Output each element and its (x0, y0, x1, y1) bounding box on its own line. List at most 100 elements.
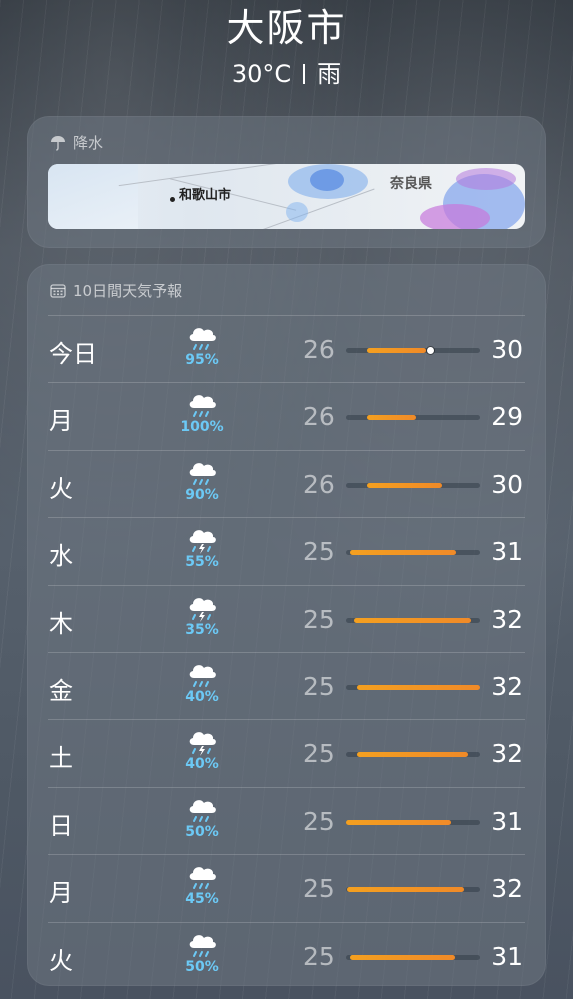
temp-range-bar (346, 887, 480, 893)
temp-range-fill (367, 415, 416, 421)
forecast-row[interactable]: 土 40% 25 32 (48, 719, 525, 787)
low-temp: 25 (303, 672, 335, 701)
cloud-bolt-rain-icon (175, 728, 229, 758)
map-label-region: 奈良県 (390, 176, 432, 192)
high-temp: 29 (491, 402, 523, 432)
high-temp: 31 (491, 806, 523, 836)
high-temp: 30 (491, 469, 523, 499)
high-temp: 32 (491, 604, 523, 634)
location-header: 大阪市 30°C 雨 (0, 0, 573, 89)
low-temp: 25 (303, 739, 335, 769)
cloud-rain-icon (175, 863, 229, 893)
low-temp: 25 (303, 806, 335, 836)
low-temp: 25 (303, 941, 335, 971)
current-condition: 雨 (317, 60, 342, 88)
rain-cell (420, 204, 490, 229)
precip-chance: 95% (185, 352, 219, 368)
forecast-title: 10日間天気予報 (73, 282, 183, 300)
current-conditions: 30°C 雨 (0, 54, 573, 89)
forecast-row[interactable]: 火 50% 25 31 (48, 921, 525, 990)
forecast-condition: 50% (175, 931, 229, 975)
cloud-rain-icon (175, 931, 229, 961)
temp-range-bar (346, 685, 480, 690)
forecast-condition: 50% (175, 796, 229, 840)
precipitation-card[interactable]: 降水 和歌山市 奈良県 (27, 116, 546, 248)
forecast-row[interactable]: 月 100% 26 29 (48, 382, 525, 450)
cloud-rain-icon (175, 324, 229, 354)
forecast-row[interactable]: 今日 95% 26 30 (48, 315, 525, 383)
temp-range-bar (346, 347, 480, 354)
forecast-condition: 40% (175, 728, 229, 772)
forecast-header: 10日間天気予報 (50, 280, 182, 301)
forecast-row[interactable]: 木 35% 25 32 (48, 584, 525, 653)
rain-cell (286, 202, 308, 222)
current-temp-marker (427, 347, 435, 354)
forecast-row[interactable]: 月 45% 25 32 (48, 854, 525, 922)
cloud-rain-icon (175, 796, 229, 826)
precip-chance: 50% (185, 958, 219, 975)
temp-range-fill (367, 482, 443, 488)
ten-day-forecast-card[interactable]: 10日間天気予報 今日 95% 26 30 月 100% 26 29 火 90% 26 30 水 55% 2… (27, 264, 546, 986)
high-temp: 32 (491, 672, 523, 701)
forecast-condition: 35% (175, 594, 229, 638)
precip-chance: 90% (185, 486, 219, 503)
forecast-day: 水 (49, 542, 73, 571)
low-temp: 26 (303, 335, 335, 364)
precip-chance: 40% (185, 756, 219, 773)
forecast-condition: 100% (175, 391, 229, 435)
temp-range-bar (346, 819, 480, 825)
precip-chance: 100% (180, 419, 224, 436)
high-temp: 32 (491, 739, 523, 769)
forecast-condition: 95% (175, 324, 229, 368)
temp-range-bar (346, 415, 480, 421)
low-temp: 25 (303, 537, 335, 567)
forecast-row[interactable]: 水 55% 25 31 (48, 517, 525, 585)
forecast-day: 木 (49, 609, 73, 638)
forecast-day: 月 (49, 407, 73, 436)
map-sea (48, 164, 138, 229)
temp-range-fill (347, 887, 464, 893)
precip-chance: 55% (185, 554, 219, 571)
forecast-day: 今日 (49, 340, 97, 368)
rain-cell (456, 168, 516, 190)
forecast-row[interactable]: 金 40% 25 32 (48, 652, 525, 720)
calendar-icon (50, 284, 66, 298)
map-label-city: 和歌山市 (179, 188, 232, 203)
forecast-day: 火 (49, 946, 73, 975)
temp-range-fill (367, 348, 427, 353)
forecast-row[interactable]: 火 90% 26 30 (48, 449, 525, 518)
current-temperature: 30°C (231, 60, 292, 88)
temp-range-bar (346, 954, 480, 960)
cloud-rain-icon (175, 391, 229, 421)
low-temp: 25 (303, 874, 335, 904)
map-road (118, 164, 278, 187)
precip-chance: 40% (185, 689, 219, 705)
temp-range-fill (356, 685, 480, 690)
precip-chance: 45% (185, 891, 219, 908)
temp-range-bar (346, 550, 480, 556)
low-temp: 26 (303, 469, 335, 499)
high-temp: 31 (491, 941, 523, 971)
umbrella-icon (51, 135, 65, 151)
forecast-condition: 40% (175, 661, 229, 705)
low-temp: 26 (303, 402, 335, 432)
high-temp: 31 (491, 537, 523, 567)
precip-chance: 35% (185, 621, 219, 638)
forecast-day: 土 (49, 744, 73, 773)
cloud-rain-icon (175, 459, 229, 489)
temp-range-bar (346, 752, 480, 758)
precipitation-header: 降水 (50, 132, 103, 153)
temp-range-bar (346, 482, 480, 488)
forecast-condition: 55% (175, 526, 229, 570)
high-temp: 30 (491, 335, 523, 364)
forecast-day: 金 (49, 677, 73, 705)
cloud-rain-icon (175, 661, 229, 691)
cloud-bolt-rain-icon (175, 594, 229, 624)
temp-range-bar (346, 617, 480, 623)
cloud-bolt-rain-icon (175, 526, 229, 556)
precipitation-map[interactable]: 和歌山市 奈良県 (48, 164, 525, 229)
precip-chance: 50% (185, 823, 219, 840)
forecast-day: 月 (49, 879, 73, 908)
forecast-row[interactable]: 日 50% 25 31 (48, 786, 525, 855)
forecast-condition: 45% (175, 863, 229, 907)
